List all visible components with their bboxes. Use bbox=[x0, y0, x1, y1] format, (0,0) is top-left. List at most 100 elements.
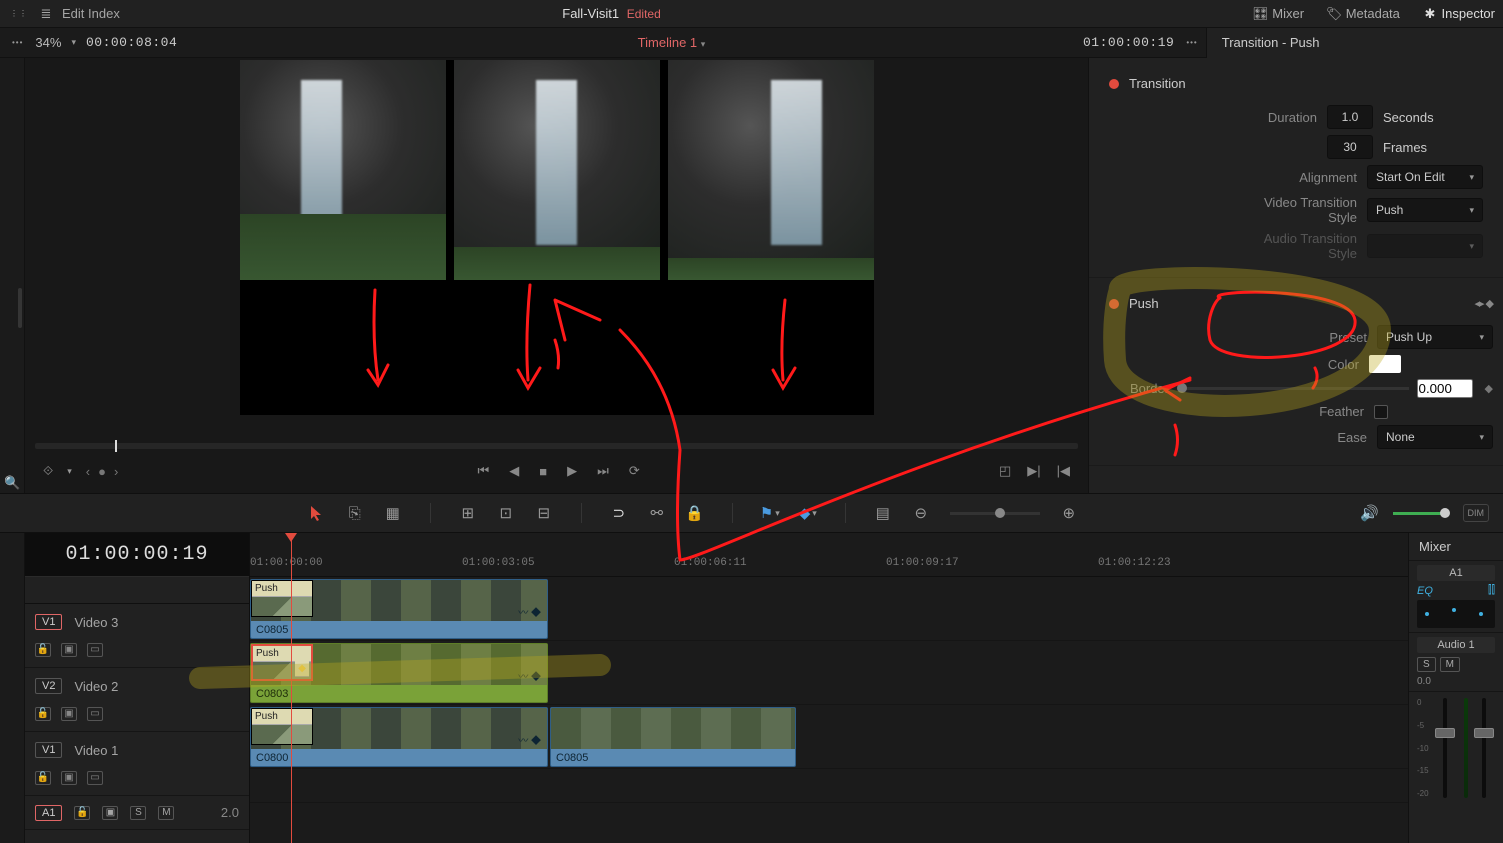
mixer-ch-audio1[interactable]: Audio 1 bbox=[1417, 637, 1495, 653]
stop-button[interactable]: ■ bbox=[539, 464, 547, 479]
dim-button[interactable]: DIM bbox=[1463, 504, 1490, 522]
ease-select[interactable]: None▾ bbox=[1377, 425, 1493, 449]
clip-c0805-v3[interactable]: Push 〰 ◆ C0805 bbox=[250, 579, 548, 639]
go-next-icon[interactable]: ▶| bbox=[1027, 463, 1040, 479]
track-header-v1[interactable]: V1Video 1 🔓▣▭ bbox=[25, 732, 249, 796]
first-frame-button[interactable]: ⏮ bbox=[478, 463, 490, 479]
s-button[interactable]: S bbox=[130, 806, 146, 820]
mute-button[interactable]: M bbox=[1440, 657, 1460, 672]
keyframe-nav-arrows[interactable]: ◂▸ ◆ bbox=[1474, 297, 1493, 310]
track-header-v2[interactable]: V2Video 2 🔓▣▭ bbox=[25, 668, 249, 732]
v2-badge[interactable]: V2 bbox=[35, 678, 62, 694]
v1-badge[interactable]: V1 bbox=[35, 742, 62, 758]
insert-tool[interactable]: ⊞ bbox=[459, 504, 477, 522]
gutter-handle[interactable] bbox=[18, 288, 22, 328]
zoom-slider[interactable] bbox=[950, 512, 1040, 515]
link-toggle[interactable]: ⚯ bbox=[648, 504, 666, 522]
clip-c0805-v1[interactable]: C0805 bbox=[550, 707, 796, 767]
view-icon[interactable]: ▭ bbox=[87, 643, 103, 657]
last-frame-button[interactable]: ⏭ bbox=[597, 463, 609, 479]
preset-select[interactable]: Push Up▾ bbox=[1377, 325, 1493, 349]
track-v1[interactable]: Push 〰 ◆ C0800 C0805 bbox=[250, 705, 1408, 769]
metadata-tab[interactable]: 🏷 Metadata bbox=[1326, 6, 1400, 22]
lock-icon[interactable]: 🔓 bbox=[35, 771, 51, 785]
nav-next-icon[interactable]: › bbox=[114, 464, 118, 479]
lock-toggle[interactable]: 🔒 bbox=[686, 504, 704, 522]
eq-label[interactable]: EQ bbox=[1417, 585, 1433, 597]
timeline-timecode[interactable]: 01:00:00:19 bbox=[25, 533, 249, 577]
timeline-tracks[interactable]: 01:00:00:0001:00:03:0501:00:06:1101:00:0… bbox=[250, 533, 1408, 843]
frame-icon[interactable]: ▣ bbox=[61, 771, 77, 785]
match-frame-icon[interactable]: ◰ bbox=[999, 463, 1011, 479]
push-transition-v3[interactable]: Push bbox=[251, 580, 313, 617]
viewer-canvas[interactable] bbox=[240, 60, 874, 415]
push-enable-toggle[interactable] bbox=[1109, 299, 1119, 309]
view-icon[interactable]: ▭ bbox=[87, 707, 103, 721]
scrub-bar[interactable] bbox=[25, 437, 1088, 449]
border-value[interactable] bbox=[1417, 379, 1473, 398]
overwrite-tool[interactable]: ⊡ bbox=[497, 504, 515, 522]
nav-prev-icon[interactable]: ‹ bbox=[86, 464, 90, 479]
solo-button[interactable]: S bbox=[1417, 657, 1436, 672]
color-well[interactable] bbox=[1369, 355, 1401, 373]
crop-chev-icon[interactable]: ▾ bbox=[67, 466, 72, 477]
feather-checkbox[interactable] bbox=[1374, 405, 1388, 419]
track-v3[interactable]: Push 〰 ◆ C0805 bbox=[250, 577, 1408, 641]
clip-c0803[interactable]: Push◆ 〰 ◆ C0803 bbox=[250, 643, 548, 703]
viewer-menu-dots[interactable]: ••• bbox=[10, 38, 25, 47]
vts-select[interactable]: Push▾ bbox=[1367, 198, 1483, 222]
play-button[interactable]: ▶ bbox=[567, 463, 577, 479]
lock-icon[interactable]: 🔓 bbox=[74, 806, 90, 820]
search-icon[interactable]: 🔍 bbox=[4, 475, 20, 491]
frame-icon[interactable]: ▣ bbox=[61, 707, 77, 721]
fader-main[interactable] bbox=[1474, 698, 1495, 837]
duration-seconds-input[interactable] bbox=[1327, 105, 1373, 129]
timeline-playhead[interactable] bbox=[291, 533, 292, 843]
loop-button[interactable]: ⟳ bbox=[629, 463, 640, 479]
flag-blue[interactable]: ⚑▾ bbox=[761, 504, 779, 522]
menu-dots-left[interactable]: ⋮⋮ bbox=[8, 9, 30, 18]
fader-a1[interactable] bbox=[1435, 698, 1456, 837]
replace-tool[interactable]: ⊟ bbox=[535, 504, 553, 522]
timeline-chev-icon[interactable]: ▾ bbox=[701, 39, 706, 49]
zoom-chev-icon[interactable]: ▾ bbox=[71, 37, 76, 48]
track-v2[interactable]: Push◆ 〰 ◆ C0803 bbox=[250, 641, 1408, 705]
crop-icon[interactable]: ⟐ bbox=[43, 463, 53, 479]
wave-icon[interactable]: ▣ bbox=[102, 806, 118, 820]
border-keyframe[interactable]: ◆ bbox=[1485, 382, 1493, 395]
trim-tool[interactable]: ⎘ bbox=[346, 504, 364, 522]
lock-icon[interactable]: 🔓 bbox=[35, 707, 51, 721]
blade-tool[interactable]: ▦ bbox=[384, 504, 402, 522]
go-end-icon[interactable]: |◀ bbox=[1057, 463, 1070, 479]
zoom-out[interactable]: ⊖ bbox=[912, 504, 930, 522]
a1-badge[interactable]: A1 bbox=[35, 805, 62, 821]
duration-frames-input[interactable] bbox=[1327, 135, 1373, 159]
zoom-in[interactable]: ⊕ bbox=[1060, 504, 1078, 522]
edit-index-label[interactable]: Edit Index bbox=[62, 6, 120, 21]
play-reverse-button[interactable]: ◀ bbox=[509, 463, 519, 479]
push-transition-v1[interactable]: Push bbox=[251, 708, 313, 745]
eq-meter-icon[interactable]: ⫿⫿ bbox=[1488, 584, 1495, 597]
scrub-playhead[interactable] bbox=[115, 440, 117, 452]
alignment-select[interactable]: Start On Edit▾ bbox=[1367, 165, 1483, 189]
timeline-ruler[interactable]: 01:00:00:0001:00:03:0501:00:06:1101:00:0… bbox=[250, 533, 1408, 577]
lock-icon[interactable]: 🔓 bbox=[35, 643, 51, 657]
viewer-menu-right[interactable]: ••• bbox=[1184, 38, 1205, 47]
list-icon[interactable]: ≣ bbox=[38, 6, 54, 22]
push-transition-selected[interactable]: Push◆ bbox=[251, 644, 313, 681]
nav-dot[interactable]: ● bbox=[98, 464, 106, 479]
view-icon[interactable]: ▭ bbox=[87, 771, 103, 785]
push-section-header[interactable]: Push ◂▸ ◆ bbox=[1109, 288, 1493, 319]
eq-graph[interactable] bbox=[1417, 600, 1495, 628]
mixer-tab[interactable]: 🎛 Mixer bbox=[1253, 6, 1304, 22]
mixer-ch-a1[interactable]: A1 bbox=[1417, 565, 1495, 581]
m-button[interactable]: M bbox=[158, 806, 174, 820]
snap-toggle[interactable]: ⊃ bbox=[610, 504, 628, 522]
zoom-percent[interactable]: 34% bbox=[35, 35, 61, 50]
transition-enable-toggle[interactable] bbox=[1109, 79, 1119, 89]
arrow-tool[interactable] bbox=[308, 504, 326, 522]
speaker-icon[interactable]: 🔊 bbox=[1361, 504, 1379, 522]
transition-section-header[interactable]: Transition bbox=[1109, 68, 1483, 99]
inspector-tab[interactable]: ✱ Inspector bbox=[1422, 6, 1495, 22]
track-header-a1[interactable]: A1 🔓 ▣ S M 2.0 bbox=[25, 796, 249, 830]
